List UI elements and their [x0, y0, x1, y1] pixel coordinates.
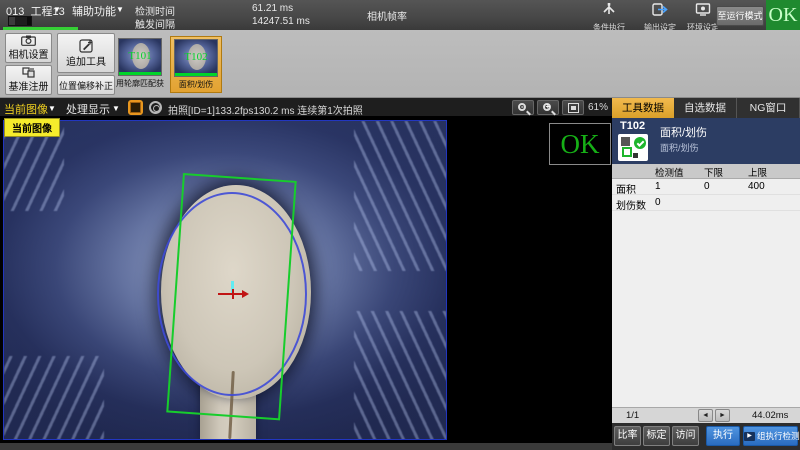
- group-execute-label: 组执行检测: [757, 431, 800, 441]
- chevron-down-icon[interactable]: ▼: [48, 104, 56, 113]
- zoom-level-value: 61%: [588, 102, 608, 113]
- display-mode-select[interactable]: 处理显示: [66, 101, 110, 117]
- inspection-result-badge: OK: [549, 123, 611, 165]
- add-tool-button[interactable]: 追加工具: [57, 33, 115, 73]
- group-execute-button[interactable]: ▶组执行检测: [743, 426, 798, 446]
- region-select-icon[interactable]: [128, 100, 143, 115]
- position-offset-label: 位置偏移补正: [59, 79, 113, 92]
- add-tool-label: 追加工具: [66, 53, 106, 68]
- row-name: 划伤数: [616, 197, 646, 212]
- tool-id-overlay: T101: [119, 50, 161, 62]
- aux-menu[interactable]: 辅助功能: [72, 3, 116, 19]
- panel-footer: 比率 标定 访问 执行 ▶组执行检测: [612, 423, 800, 450]
- tool-thumb-image: T102: [174, 39, 218, 77]
- camera-settings-label: 相机设置: [9, 46, 49, 61]
- crosshair-horizontal-line: [218, 293, 243, 295]
- detect-time-value: 61.21 ms: [252, 3, 293, 14]
- execute-button[interactable]: 执行: [706, 426, 740, 446]
- capture-info-text: 拍照[ID=1]133.2fps130.2 ms 连续第1次拍照: [168, 102, 363, 117]
- run-mode-button[interactable]: 至运行模式: [716, 6, 764, 26]
- trigger-interval-value: 14247.51 ms: [252, 16, 310, 27]
- tool-header: T102 面积/划伤 面积/划伤: [612, 118, 800, 164]
- pen-plus-icon: [79, 39, 94, 53]
- row-upper: 400: [748, 181, 765, 192]
- image-source-select[interactable]: 当前图像: [4, 101, 48, 117]
- current-image-label: 当前图像: [4, 118, 60, 137]
- overlap-squares-icon: [22, 67, 36, 78]
- row-lower: 0: [704, 181, 710, 192]
- vision-app-window: 013_工程13 ▼ 辅助功能 ▼ 检测时间 触发间隔 61.21 ms 142…: [0, 0, 800, 450]
- tool-caption: 用轮廓匹配获: [116, 78, 164, 89]
- viewer-bottom-strip: [0, 443, 612, 450]
- position-offset-button[interactable]: 位置偏移补正: [57, 75, 115, 95]
- header-upper-limit: 上限: [748, 165, 767, 179]
- next-page-button[interactable]: ►: [715, 409, 730, 422]
- tool-pass-bar: [119, 72, 161, 75]
- table-row-area[interactable]: 面积 1 0 400: [612, 179, 800, 195]
- tab-tool-data[interactable]: 工具数据: [612, 98, 674, 118]
- panel-tabs: 工具数据 自选数据 NG窗口: [612, 98, 800, 118]
- tab-ng-window[interactable]: NG窗口: [737, 98, 800, 118]
- tool-thumb-t101[interactable]: T101 用轮廓匹配获: [114, 36, 166, 91]
- top-bar: 013_工程13 ▼ 辅助功能 ▼ 检测时间 触发间隔 61.21 ms 142…: [0, 0, 800, 30]
- access-button[interactable]: 访问: [672, 426, 699, 446]
- zoom-in-button[interactable]: +: [537, 100, 559, 115]
- calibration-dots-bottom-left: [4, 356, 104, 440]
- header-detect-value: 检测值: [655, 165, 684, 179]
- condition-execute-button[interactable]: 条件执行: [589, 1, 629, 29]
- camera-image: [3, 120, 447, 440]
- tool-thumb-image: T101: [118, 38, 162, 76]
- pagination-bar: 1/1 ◄ ► 44.02ms: [612, 407, 800, 423]
- image-viewer[interactable]: 当前图像 OK: [0, 117, 612, 450]
- data-panel: 工具数据 自选数据 NG窗口 T102 面积/划伤 面积/划伤 检测值 下限 上…: [612, 98, 800, 450]
- zoom-out-button[interactable]: -: [512, 100, 534, 115]
- page-indicator: 1/1: [626, 410, 639, 421]
- global-status-badge: OK: [766, 0, 800, 30]
- prev-page-button[interactable]: ◄: [698, 409, 713, 422]
- tool-id-overlay: T102: [175, 51, 217, 63]
- output-icon: [652, 3, 668, 21]
- calibration-button[interactable]: 标定: [643, 426, 670, 446]
- tab-custom-data[interactable]: 自选数据: [674, 98, 737, 118]
- chevron-down-icon[interactable]: ▼: [53, 5, 61, 14]
- calibration-dots-bottom-right: [354, 311, 447, 440]
- reference-register-button[interactable]: 基准注册: [5, 65, 52, 95]
- tool-subtitle: 面积/划伤: [660, 141, 699, 154]
- viewer-toolbar: 当前图像 ▼ 处理显示 ▼ 拍照[ID=1]133.2fps130.2 ms 连…: [0, 98, 612, 117]
- tool-pass-bar: [175, 73, 217, 76]
- header-lower-limit: 下限: [704, 165, 723, 179]
- result-table-body: 面积 1 0 400 划伤数 0: [612, 179, 800, 407]
- row-name: 面积: [616, 181, 636, 196]
- environment-icon: [695, 3, 711, 21]
- camera-icon: [21, 35, 36, 46]
- trigger-interval-label: 触发间隔: [135, 16, 175, 31]
- capture-strip-icon[interactable]: [8, 16, 32, 26]
- ratio-button[interactable]: 比率: [614, 426, 641, 446]
- condition-icon: [601, 3, 617, 21]
- elapsed-time: 44.02ms: [752, 410, 788, 421]
- crosshair-arrowhead: [242, 290, 249, 298]
- crosshair-tick: [232, 289, 234, 299]
- row-value: 0: [655, 197, 661, 208]
- table-row-scratch-count[interactable]: 划伤数 0: [612, 195, 800, 211]
- output-settings-button[interactable]: 输出设定: [640, 1, 680, 29]
- tool-caption: 面积/划伤: [173, 79, 219, 90]
- area-scratch-tool-icon: [618, 134, 648, 161]
- chevron-down-icon[interactable]: ▼: [112, 104, 120, 113]
- play-icon: ▶: [744, 432, 755, 441]
- row-value: 1: [655, 181, 661, 192]
- tool-id: T102: [620, 120, 645, 132]
- tool-thumb-t102[interactable]: T102 面积/划伤: [170, 36, 222, 93]
- tool-title: 面积/划伤: [660, 124, 707, 140]
- reference-register-label: 基准注册: [9, 78, 49, 93]
- lens-icon[interactable]: [149, 101, 162, 114]
- result-table-header: 检测值 下限 上限: [612, 164, 800, 179]
- camera-framerate-label: 相机帧率: [367, 8, 407, 23]
- chevron-down-icon[interactable]: ▼: [116, 5, 124, 14]
- fit-view-icon: [568, 103, 579, 113]
- calibration-dots-top-right: [354, 121, 447, 271]
- fit-view-button[interactable]: [562, 100, 584, 115]
- camera-settings-button[interactable]: 相机设置: [5, 33, 52, 63]
- tool-row: 相机设置 追加工具 基准注册 位置偏移补正 T101 用轮廓匹配获: [0, 30, 800, 98]
